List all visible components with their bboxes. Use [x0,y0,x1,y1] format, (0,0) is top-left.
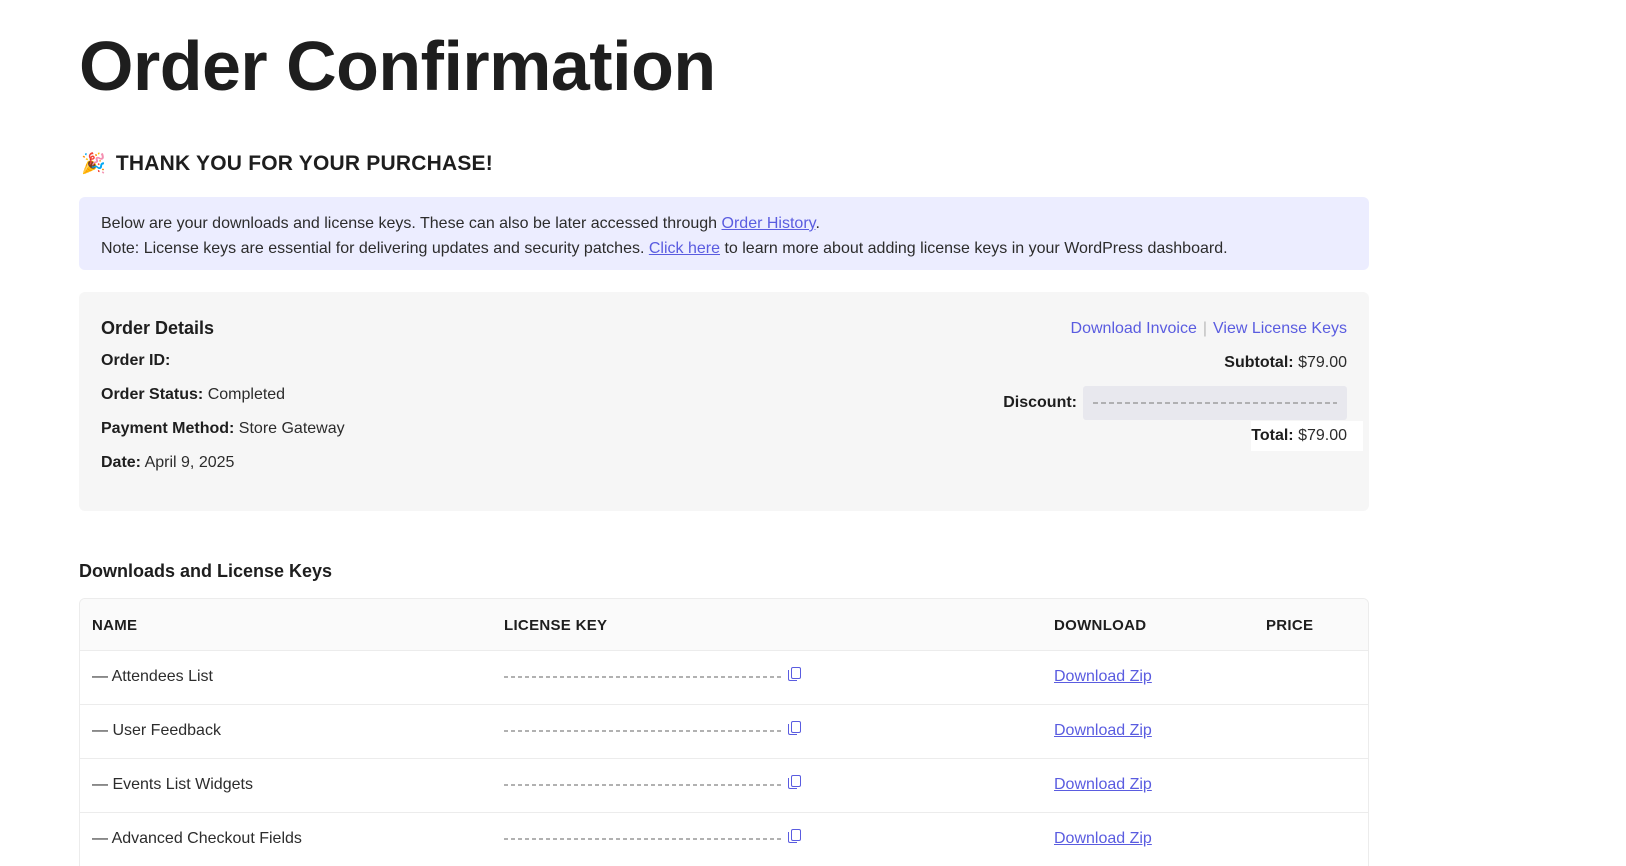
discount-row: Discount: [1003,386,1347,420]
download-invoice-link[interactable]: Download Invoice [1071,320,1197,338]
copy-icon[interactable] [788,666,801,681]
total-value: $79.00 [1298,427,1347,444]
info-notice: Below are your downloads and license key… [79,197,1369,270]
link-separator: | [1202,320,1207,337]
notice-line-2: Note: License keys are essential for del… [101,240,1228,257]
column-header-name: NAME [92,617,138,634]
downloads-title: Downloads and License Keys [79,561,333,581]
payment-method-row: Payment Method: Store Gateway [101,420,345,437]
thank-you-text: THANK YOU FOR YOUR PURCHASE! [115,152,493,175]
payment-method-value: Store Gateway [238,420,345,437]
order-id-row: Order ID: [101,352,171,369]
download-zip-link[interactable]: Download Zip [1054,722,1152,740]
order-actions: Download Invoice | View License Keys [1071,320,1347,338]
download-zip-link[interactable]: Download Zip [1054,776,1152,794]
page-title: Order Confirmation [79,27,716,105]
table-row: — User Feedback Download Zip [80,705,1368,759]
license-key-cell [504,774,801,794]
column-header-price: PRICE [1266,617,1314,634]
download-zip-link[interactable]: Download Zip [1054,830,1152,848]
copy-icon[interactable] [788,774,801,789]
table-header: NAME LICENSE KEY DOWNLOAD PRICE [80,599,1368,651]
thank-you-heading: 🎉 THANK YOU FOR YOUR PURCHASE! [81,152,493,176]
downloads-table: NAME LICENSE KEY DOWNLOAD PRICE — Attend… [79,598,1369,866]
subtotal-row: Subtotal: $79.00 [1224,354,1347,371]
order-status-row: Order Status: Completed [101,386,286,403]
view-license-keys-link[interactable]: View License Keys [1213,320,1347,338]
table-row: — Events List Widgets Download Zip [80,759,1368,813]
order-history-link[interactable]: Order History [722,215,816,232]
table-row: — Advanced Checkout Fields Download Zip [80,813,1368,866]
license-key-redacted [504,778,784,792]
license-key-cell [504,666,801,686]
discount-code-redacted [1083,386,1347,420]
copy-icon[interactable] [788,828,801,843]
copy-icon[interactable] [788,720,801,735]
click-here-link[interactable]: Click here [649,240,720,257]
column-header-download: DOWNLOAD [1054,617,1147,634]
subtotal-value: $79.00 [1298,354,1347,371]
product-name: — Attendees List [92,668,213,685]
product-name: — Advanced Checkout Fields [92,830,302,847]
total-row: Total: $79.00 [1251,421,1363,451]
notice-line-1: Below are your downloads and license key… [101,215,820,232]
order-details-title: Order Details [101,318,215,338]
party-popper-icon: 🎉 [81,153,106,175]
license-key-redacted [504,670,784,684]
order-details-panel: Order Details Order ID: Order Status: Co… [79,292,1369,511]
license-key-redacted [504,724,784,738]
product-name: — User Feedback [92,722,221,739]
order-status-value: Completed [207,386,286,403]
column-header-license-key: LICENSE KEY [504,617,608,634]
license-key-cell [504,828,801,848]
download-zip-link[interactable]: Download Zip [1054,668,1152,686]
license-key-cell [504,720,801,740]
product-name: — Events List Widgets [92,776,253,793]
license-key-redacted [504,832,784,846]
table-row: — Attendees List Download Zip [80,651,1368,705]
order-date-row: Date: April 9, 2025 [101,454,235,471]
order-date-value: April 9, 2025 [144,454,235,471]
